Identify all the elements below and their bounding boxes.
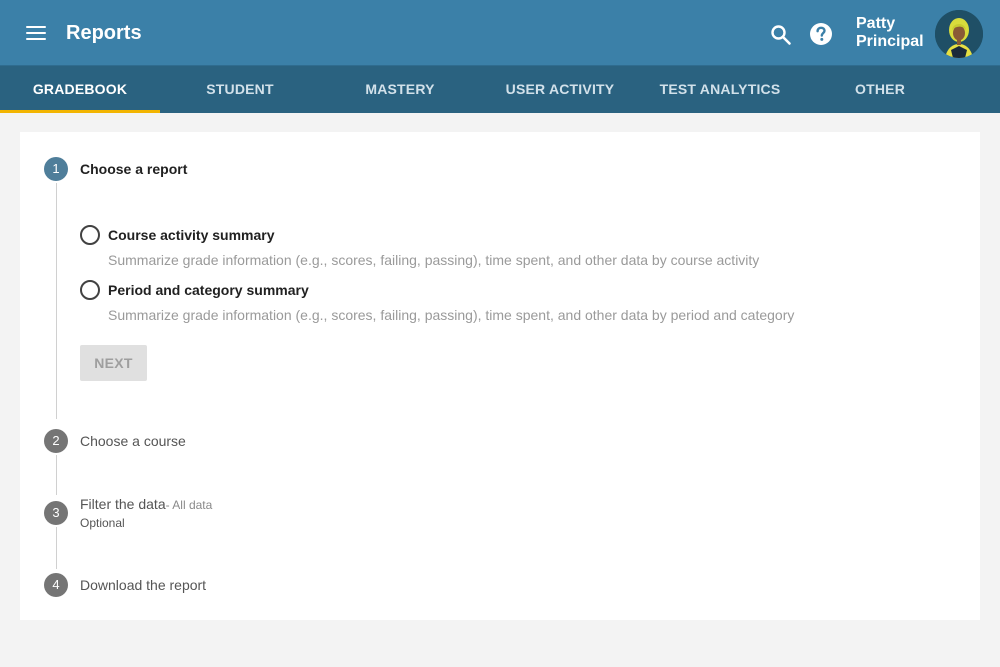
tab-gradebook[interactable]: GRADEBOOK [0,66,160,113]
period-category-summary-label[interactable]: Period and category summary [108,281,309,299]
page-title: Reports [66,22,142,44]
step-1-number: 1 [44,157,68,181]
step-4-title[interactable]: Download the report [80,576,206,594]
step-connector [56,527,57,569]
report-wizard-card [20,132,980,620]
search-icon[interactable] [770,24,792,46]
step-3-number: 3 [44,501,68,525]
step-3-title: Filter the data [80,496,166,512]
hamburger-menu-icon[interactable] [26,26,46,42]
user-name: Patty Principal [856,15,932,51]
tab-student[interactable]: STUDENT [160,66,320,113]
user-first-name: Patty [856,15,896,32]
step-2-title[interactable]: Choose a course [80,432,186,450]
tab-other[interactable]: OTHER [800,66,960,113]
step-3-title-group[interactable]: Filter the data- All data [80,495,212,514]
user-last-name: Principal [856,33,924,50]
next-button[interactable]: NEXT [80,345,147,381]
step-4-number: 4 [44,573,68,597]
step-2-number: 2 [44,429,68,453]
active-tab-indicator [0,110,160,113]
step-3-optional-label: Optional [80,516,125,530]
step-connector [56,183,57,419]
step-connector [56,455,57,495]
avatar[interactable] [935,10,983,58]
step-1-title[interactable]: Choose a report [80,160,187,178]
tab-mastery[interactable]: MASTERY [320,66,480,113]
help-circle-icon[interactable] [809,22,833,46]
app-bar: Reports Patty Principal [0,0,1000,66]
course-activity-summary-radio[interactable] [80,225,100,245]
tab-user-activity[interactable]: USER ACTIVITY [480,66,640,113]
report-tabs: GRADEBOOK STUDENT MASTERY USER ACTIVITY … [0,66,1000,113]
tab-test-analytics[interactable]: TEST ANALYTICS [640,66,800,113]
step-3-filter-summary: - All data [165,498,213,512]
course-activity-summary-label[interactable]: Course activity summary [108,226,275,244]
period-category-summary-radio[interactable] [80,280,100,300]
period-category-summary-description: Summarize grade information (e.g., score… [108,307,795,323]
course-activity-summary-description: Summarize grade information (e.g., score… [108,252,760,268]
